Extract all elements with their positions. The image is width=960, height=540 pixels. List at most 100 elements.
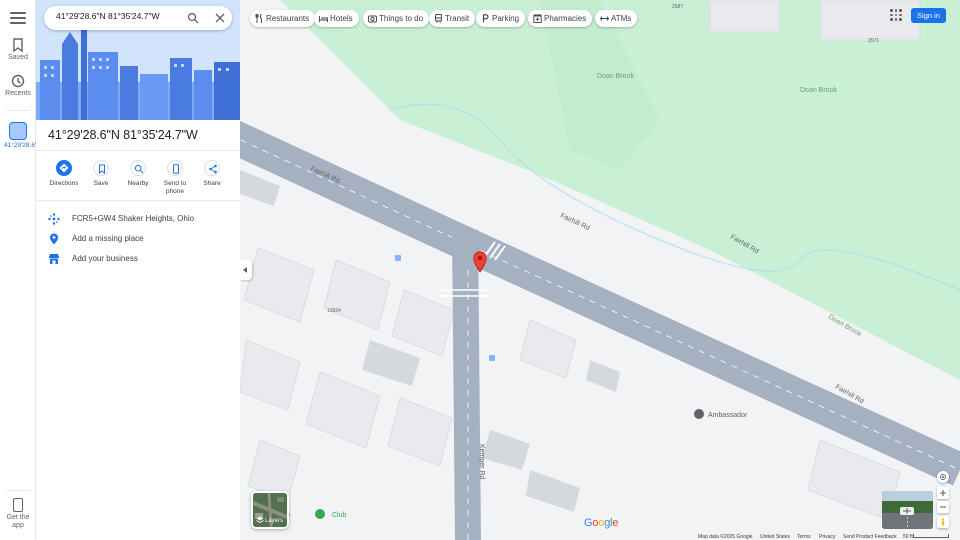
ambassador-poi	[694, 409, 704, 419]
chip-restaurants[interactable]: Restaurants	[250, 10, 316, 27]
share-button[interactable]: Share	[194, 160, 230, 188]
region-link[interactable]: United States	[760, 534, 790, 540]
send-to-phone-button[interactable]: Send to phone	[157, 160, 193, 196]
ambassador-label: Ambassador	[708, 412, 748, 419]
divider	[36, 200, 240, 201]
add-missing-place-row[interactable]: Add a missing place	[36, 229, 240, 249]
building-number: 2587	[672, 4, 683, 10]
rail-saved[interactable]: Saved	[0, 38, 36, 61]
layers-icon	[256, 516, 264, 523]
sign-in-button[interactable]: Sign in	[911, 8, 946, 23]
share-label: Share	[203, 180, 221, 187]
rail-recents-label: Recents	[5, 90, 31, 97]
directions-button[interactable]: Directions	[46, 160, 82, 188]
minus-icon	[940, 506, 946, 508]
bookmark-icon	[93, 160, 109, 176]
atm-icon	[600, 16, 609, 21]
bookmark-icon	[13, 38, 23, 52]
storefront-icon	[49, 254, 59, 264]
directions-label: Directions	[49, 180, 79, 187]
plus-icon	[940, 490, 946, 496]
map-canvas[interactable]: Doan Brook Doan Brook Doan Brook Fairhil…	[240, 0, 960, 540]
kemper-rd-road	[452, 229, 481, 540]
parking-icon	[482, 14, 489, 23]
close-icon[interactable]	[214, 12, 226, 24]
menu-icon[interactable]	[10, 12, 26, 24]
transit-stop-icon	[489, 355, 495, 361]
restaurant-icon	[255, 14, 262, 23]
chip-label: Restaurants	[266, 14, 310, 23]
pegman-button[interactable]	[937, 516, 949, 528]
chip-transit[interactable]: Transit	[429, 10, 476, 27]
doan-brook-label: Doan Brook	[597, 73, 634, 80]
zoom-in-button[interactable]	[937, 487, 949, 499]
search-box	[44, 6, 232, 30]
chip-label: Parking	[492, 14, 520, 23]
pegman-icon	[941, 518, 945, 526]
search-icon[interactable]	[187, 12, 199, 24]
golf-club-label: Club	[332, 512, 347, 519]
action-buttons: Directions Save Nearby Send to phone Sha…	[46, 160, 236, 198]
add-location-icon	[50, 233, 58, 245]
place-title: 41°29'28.6"N 81°35'24.7"W	[48, 128, 198, 142]
google-apps-icon[interactable]	[890, 9, 902, 21]
google-logo: Google	[584, 517, 619, 529]
divider	[36, 150, 240, 151]
street-view-thumbnail[interactable]	[882, 491, 933, 529]
zoom-out-button[interactable]	[937, 501, 949, 513]
get-app-button[interactable]: Get the app	[0, 498, 36, 530]
chip-atms[interactable]: ATMs	[595, 10, 638, 27]
chip-label: Things to do	[379, 14, 424, 23]
left-rail: Saved Recents 41°29'28.6"N... Get the ap…	[0, 0, 47, 540]
search-input[interactable]	[56, 11, 176, 21]
scale-label[interactable]: 50 ft	[903, 534, 913, 540]
my-location-button[interactable]	[937, 471, 949, 483]
plus-code-icon	[48, 213, 60, 225]
history-icon	[11, 74, 25, 88]
building-number: 2571	[868, 38, 879, 44]
get-app-label: Get the app	[6, 514, 30, 529]
terms-link[interactable]: Terms	[797, 534, 811, 540]
phone-icon	[167, 160, 183, 176]
train-icon	[435, 14, 442, 23]
share-icon	[204, 160, 220, 176]
chip-label: Pharmacies	[544, 14, 587, 23]
directions-icon	[56, 160, 72, 176]
feedback-link[interactable]: Send Product Feedback	[843, 534, 897, 540]
layers-label: Layers	[265, 518, 284, 524]
chip-pharmacies[interactable]: Pharmacies	[528, 10, 593, 27]
save-button[interactable]: Save	[83, 160, 119, 188]
hotel-icon	[319, 16, 328, 22]
chip-label: Hotels	[330, 14, 353, 23]
rail-current-place[interactable]: 41°29'28.6"N...	[4, 122, 47, 150]
nearby-button[interactable]: Nearby	[120, 160, 156, 188]
save-label: Save	[93, 180, 109, 187]
collapse-panel-button[interactable]	[240, 260, 252, 280]
transit-stop-icon	[395, 255, 401, 261]
location-pin-icon[interactable]	[473, 251, 487, 273]
plus-code-row[interactable]: FCR5+GW4 Shaker Heights, Ohio	[36, 209, 240, 229]
chip-parking[interactable]: Parking	[476, 10, 526, 27]
rail-saved-label: Saved	[8, 54, 28, 61]
hero-illustration	[36, 0, 240, 120]
map-data-text: Map data ©2025 Google	[698, 534, 753, 540]
rail-divider	[6, 110, 30, 111]
map-tiles: Doan Brook Doan Brook Doan Brook Fairhil…	[240, 0, 960, 540]
scale-bar	[913, 534, 949, 538]
chip-things-to-do[interactable]: Things to do	[363, 10, 430, 27]
nearby-icon	[130, 160, 146, 176]
chip-hotels[interactable]: Hotels	[314, 10, 359, 27]
plus-code-text: FCR5+GW4 Shaker Heights, Ohio	[72, 214, 195, 223]
layers-button[interactable]: Layers	[251, 491, 289, 529]
chip-label: Transit	[445, 14, 470, 23]
privacy-link[interactable]: Privacy	[819, 534, 835, 540]
pharmacy-icon	[533, 14, 542, 23]
rail-divider	[6, 490, 30, 491]
rail-recents[interactable]: Recents	[0, 74, 36, 97]
add-business-label: Add your business	[72, 254, 138, 263]
add-missing-place-label: Add a missing place	[72, 234, 144, 243]
add-business-row[interactable]: Add your business	[36, 249, 240, 269]
street-view-preview	[882, 491, 933, 529]
nearby-label: Nearby	[127, 180, 149, 187]
phone-icon	[13, 498, 23, 512]
